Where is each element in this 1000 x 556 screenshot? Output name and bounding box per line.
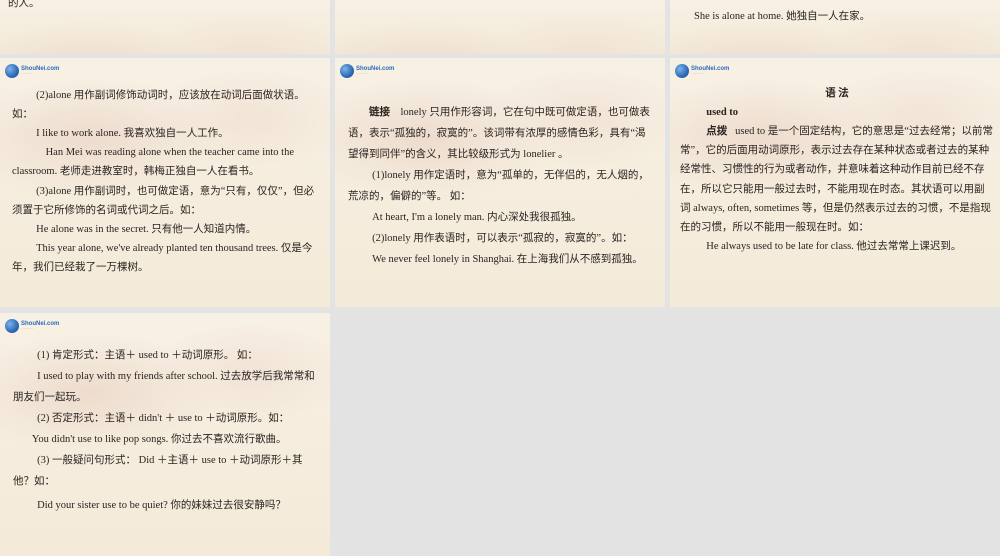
text-line: Han Mei was reading alone when the teach… [12, 147, 294, 178]
slide-5: ShouNei.com ········· 链接 lonely 只用作形容词，它在… [335, 58, 665, 307]
text-line: (2)alone 用作副词修饰动词时，应该放在动词后面做状语。如： [12, 90, 305, 121]
logo: ShouNei.com ········· [340, 63, 394, 79]
logo: ShouNei.com ········· [5, 63, 59, 79]
text-line: 的人。 [8, 0, 40, 9]
slide-3: She is alone at home. 她独自一人在家。 [670, 0, 1000, 54]
text-line: At heart, I'm a lonely man. 内心深处我很孤独。 [372, 212, 582, 223]
text-line: (1) 肯定形式：主语＋ used to ＋动词原形。 如： [37, 350, 258, 361]
logo-icon [5, 64, 19, 78]
tip-label: 点拨 [706, 126, 728, 138]
link-label: 链接 [369, 107, 390, 118]
slide-7: ShouNei.com ········· (1) 肯定形式：主语＋ used t… [0, 313, 330, 556]
text-line: (2)lonely 用作表语时，可以表示“孤寂的，寂寞的”。如： [372, 233, 633, 244]
text-line: (3)alone 用作副词时，也可做定语，意为“只有，仅仅”，但必须置于它所修饰… [12, 185, 315, 216]
text-line: She is alone at home. 她独自一人在家。 [694, 11, 871, 22]
text-line: Did your sister use to be quiet? 你的妹妹过去很… [37, 500, 286, 511]
slide-3-content: She is alone at home. 她独自一人在家。 [694, 9, 994, 24]
text-line: lonely 只用作形容词，它在句中既可做定语，也可做表语，表示“孤独的，寂寞的… [348, 107, 650, 160]
logo: ShouNei.com ········· [675, 63, 729, 79]
logo: ShouNei.com ········· [5, 318, 59, 334]
text-line: (3) 一般疑问句形式： Did ＋主语＋ use to ＋动词原形＋其他？如： [13, 455, 303, 487]
logo-icon [675, 64, 689, 78]
logo-icon [340, 64, 354, 78]
slide-6-content: 语 法 used to 点拨 used to 是一个固定结构，它的意思是“过去经… [680, 84, 994, 256]
slide-6: ShouNei.com ········· 语 法 used to 点拨 used… [670, 58, 1000, 307]
slide-2 [335, 0, 665, 54]
text-line: I like to work alone. 我喜欢独自一人工作。 [36, 128, 229, 140]
section-title: 语 法 [825, 88, 849, 99]
section-subtitle: used to [706, 107, 739, 119]
text-line: (2) 否定形式：主语＋ didn't ＋ use to ＋动词原形。如： [37, 413, 290, 424]
text-line: You didn't use to like pop songs. 你过去不喜欢… [31, 434, 287, 445]
text-line: He alone was in the secret. 只有他一人知道内情。 [36, 223, 257, 235]
text-line: We never feel lonely in Shanghai. 在上海我们从… [372, 254, 643, 265]
slide-7-content: (1) 肯定形式：主语＋ used to ＋动词原形。 如： I used to… [13, 345, 319, 516]
text-line: This year alone, we've already planted t… [12, 242, 313, 273]
text-line: He always used to be late for class. 他过去… [706, 240, 962, 252]
text-line: used to 是一个固定结构，它的意思是“过去经常；以前常常”，它的后面用动词… [680, 126, 993, 233]
slide-4: ShouNei.com ········· (2)alone 用作副词修饰动词时，… [0, 58, 330, 307]
slide-5-content: 链接 lonely 只用作形容词，它在句中既可做定语，也可做表语，表示“孤独的，… [348, 102, 654, 270]
slide-4-content: (2)alone 用作副词修饰动词时，应该放在动词后面做状语。如： I like… [12, 86, 320, 277]
logo-icon [5, 319, 19, 333]
slide-1-content: 的人。 [8, 0, 323, 11]
text-line: (1)lonely 用作定语时，意为“孤单的，无伴侣的，无人烟的，荒凉的，偏僻的… [348, 170, 649, 202]
slide-1: 的人。 [0, 0, 330, 54]
text-line: I used to play with my friends after sch… [13, 371, 315, 403]
